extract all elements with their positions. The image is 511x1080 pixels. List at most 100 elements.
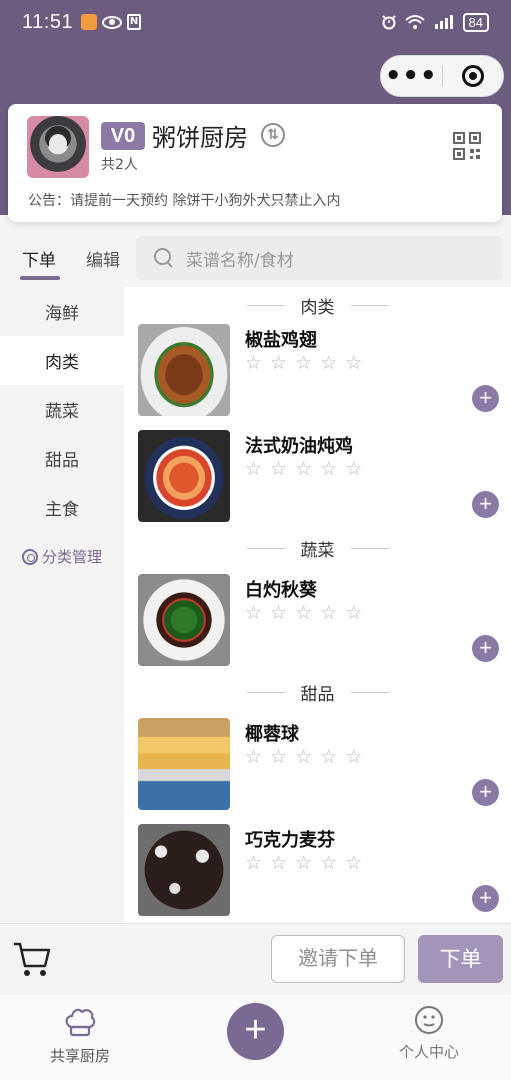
category-sidebar: 海鲜 肉类 蔬菜 甜品 主食 分类管理: [0, 287, 124, 923]
sidebar-item-desserts[interactable]: 甜品: [0, 434, 124, 483]
dish-item[interactable]: 椰蓉球 ☆ ☆ ☆ ☆ ☆ +: [124, 718, 511, 818]
vip-badge: V0: [101, 122, 145, 150]
star-icon[interactable]: ☆: [295, 602, 312, 624]
kitchen-card: V0 粥饼厨房 ⇅ 共2人 公告：请提前一天预约 除饼干小狗外犬只禁止入内: [8, 104, 502, 222]
status-system-icons: 84: [381, 12, 489, 32]
sidebar-item-seafood[interactable]: 海鲜: [0, 287, 124, 336]
star-icon[interactable]: ☆: [270, 746, 287, 768]
nfc-icon: N: [127, 14, 142, 30]
category-manage-label: 分类管理: [41, 548, 102, 566]
bottom-tab-bar: 共享厨房 + 个人中心: [0, 995, 511, 1080]
star-icon[interactable]: ☆: [345, 352, 362, 374]
dish-name: 白灼秋葵: [245, 580, 317, 601]
star-icon[interactable]: ☆: [320, 458, 337, 480]
search-placeholder: 菜谱名称/食材: [186, 250, 294, 271]
close-mini-program-button[interactable]: [443, 65, 504, 87]
add-to-cart-button[interactable]: +: [472, 885, 499, 912]
more-menu-button[interactable]: •••: [381, 61, 442, 91]
dish-photo: [138, 718, 230, 810]
add-to-cart-button[interactable]: +: [472, 779, 499, 806]
gear-icon: [21, 548, 38, 565]
signal-icon: [434, 15, 453, 29]
target-icon: [461, 65, 484, 87]
dish-item[interactable]: 椒盐鸡翅 ☆ ☆ ☆ ☆ ☆ +: [124, 324, 511, 424]
dish-name: 椰蓉球: [245, 724, 299, 745]
star-icon[interactable]: ☆: [320, 852, 337, 874]
star-icon[interactable]: ☆: [345, 602, 362, 624]
category-manage-button[interactable]: 分类管理: [0, 532, 124, 581]
tab-order[interactable]: 下单: [20, 236, 60, 280]
star-icon[interactable]: ☆: [320, 352, 337, 374]
rating-stars[interactable]: ☆ ☆ ☆ ☆ ☆: [245, 746, 362, 768]
dish-name: 巧克力麦芬: [245, 830, 335, 851]
add-dish-button[interactable]: +: [227, 1003, 284, 1060]
star-icon[interactable]: ☆: [295, 852, 312, 874]
dish-list: 肉类 椒盐鸡翅 ☆ ☆ ☆ ☆ ☆ + 法式奶油炖鸡 ☆ ☆ ☆ ☆ ☆ + 蔬…: [124, 287, 511, 923]
star-icon[interactable]: ☆: [270, 602, 287, 624]
section-header-vegetables: 蔬菜: [124, 530, 511, 566]
place-order-button[interactable]: 下单: [418, 935, 503, 983]
chef-hat-icon: [65, 1008, 96, 1037]
rating-stars[interactable]: ☆ ☆ ☆ ☆ ☆: [245, 852, 362, 874]
star-icon[interactable]: ☆: [345, 746, 362, 768]
tab-shared-kitchen[interactable]: 共享厨房: [25, 1005, 135, 1066]
add-to-cart-button[interactable]: +: [472, 491, 499, 518]
dish-photo: [138, 574, 230, 666]
star-icon[interactable]: ☆: [295, 746, 312, 768]
search-icon: [154, 248, 174, 268]
switch-kitchen-icon[interactable]: ⇅: [261, 123, 285, 147]
search-input[interactable]: 菜谱名称/食材: [136, 236, 503, 280]
qr-code-icon[interactable]: [453, 132, 481, 160]
status-time: 11:51: [22, 10, 74, 33]
dish-photo: [138, 824, 230, 916]
star-icon[interactable]: ☆: [270, 458, 287, 480]
kitchen-name: 粥饼厨房: [152, 124, 248, 152]
dish-photo: [138, 324, 230, 416]
star-icon[interactable]: ☆: [245, 746, 262, 768]
status-bar: 11:51 N 84: [0, 0, 511, 44]
sidebar-item-staples[interactable]: 主食: [0, 483, 124, 532]
kitchen-avatar[interactable]: [27, 116, 89, 178]
tab-edit[interactable]: 编辑: [86, 236, 120, 271]
dish-name: 椒盐鸡翅: [245, 330, 317, 351]
star-icon[interactable]: ☆: [270, 352, 287, 374]
cart-icon[interactable]: [12, 940, 52, 978]
star-icon[interactable]: ☆: [320, 746, 337, 768]
announcement-text: 公告：请提前一天预约 除饼干小狗外犬只禁止入内: [28, 193, 341, 209]
dish-photo: [138, 430, 230, 522]
add-to-cart-button[interactable]: +: [472, 635, 499, 662]
battery-indicator: 84: [462, 12, 489, 32]
dish-item[interactable]: 法式奶油炖鸡 ☆ ☆ ☆ ☆ ☆ +: [124, 430, 511, 530]
wifi-icon: [404, 15, 425, 29]
member-count: 共2人: [101, 157, 138, 173]
status-notification-icons: N: [81, 14, 142, 30]
star-icon[interactable]: ☆: [295, 458, 312, 480]
rating-stars[interactable]: ☆ ☆ ☆ ☆ ☆: [245, 352, 362, 374]
rating-stars[interactable]: ☆ ☆ ☆ ☆ ☆: [245, 458, 362, 480]
star-icon[interactable]: ☆: [320, 602, 337, 624]
star-icon[interactable]: ☆: [245, 458, 262, 480]
rating-stars[interactable]: ☆ ☆ ☆ ☆ ☆: [245, 602, 362, 624]
invite-order-button[interactable]: 邀请下单: [271, 935, 405, 983]
order-action-bar: 邀请下单 下单: [0, 923, 511, 995]
eye-icon: [102, 15, 123, 29]
tab-profile-label: 个人中心: [398, 1043, 459, 1061]
add-to-cart-button[interactable]: +: [472, 385, 499, 412]
star-icon[interactable]: ☆: [345, 458, 362, 480]
alarm-icon: [381, 15, 396, 30]
dish-item[interactable]: 巧克力麦芬 ☆ ☆ ☆ ☆ ☆ +: [124, 824, 511, 923]
sidebar-item-meat[interactable]: 肉类: [0, 336, 124, 385]
section-header-meat: 肉类: [124, 287, 511, 323]
dish-item[interactable]: 白灼秋葵 ☆ ☆ ☆ ☆ ☆ +: [124, 574, 511, 674]
sidebar-item-vegetables[interactable]: 蔬菜: [0, 385, 124, 434]
tab-profile[interactable]: 个人中心: [374, 1005, 484, 1062]
star-icon[interactable]: ☆: [245, 602, 262, 624]
star-icon[interactable]: ☆: [345, 852, 362, 874]
mini-program-capsule: •••: [380, 55, 504, 97]
tab-shared-kitchen-label: 共享厨房: [49, 1047, 110, 1065]
star-icon[interactable]: ☆: [295, 352, 312, 374]
smile-icon: [415, 1006, 443, 1034]
star-icon[interactable]: ☆: [245, 352, 262, 374]
star-icon[interactable]: ☆: [270, 852, 287, 874]
star-icon[interactable]: ☆: [245, 852, 262, 874]
